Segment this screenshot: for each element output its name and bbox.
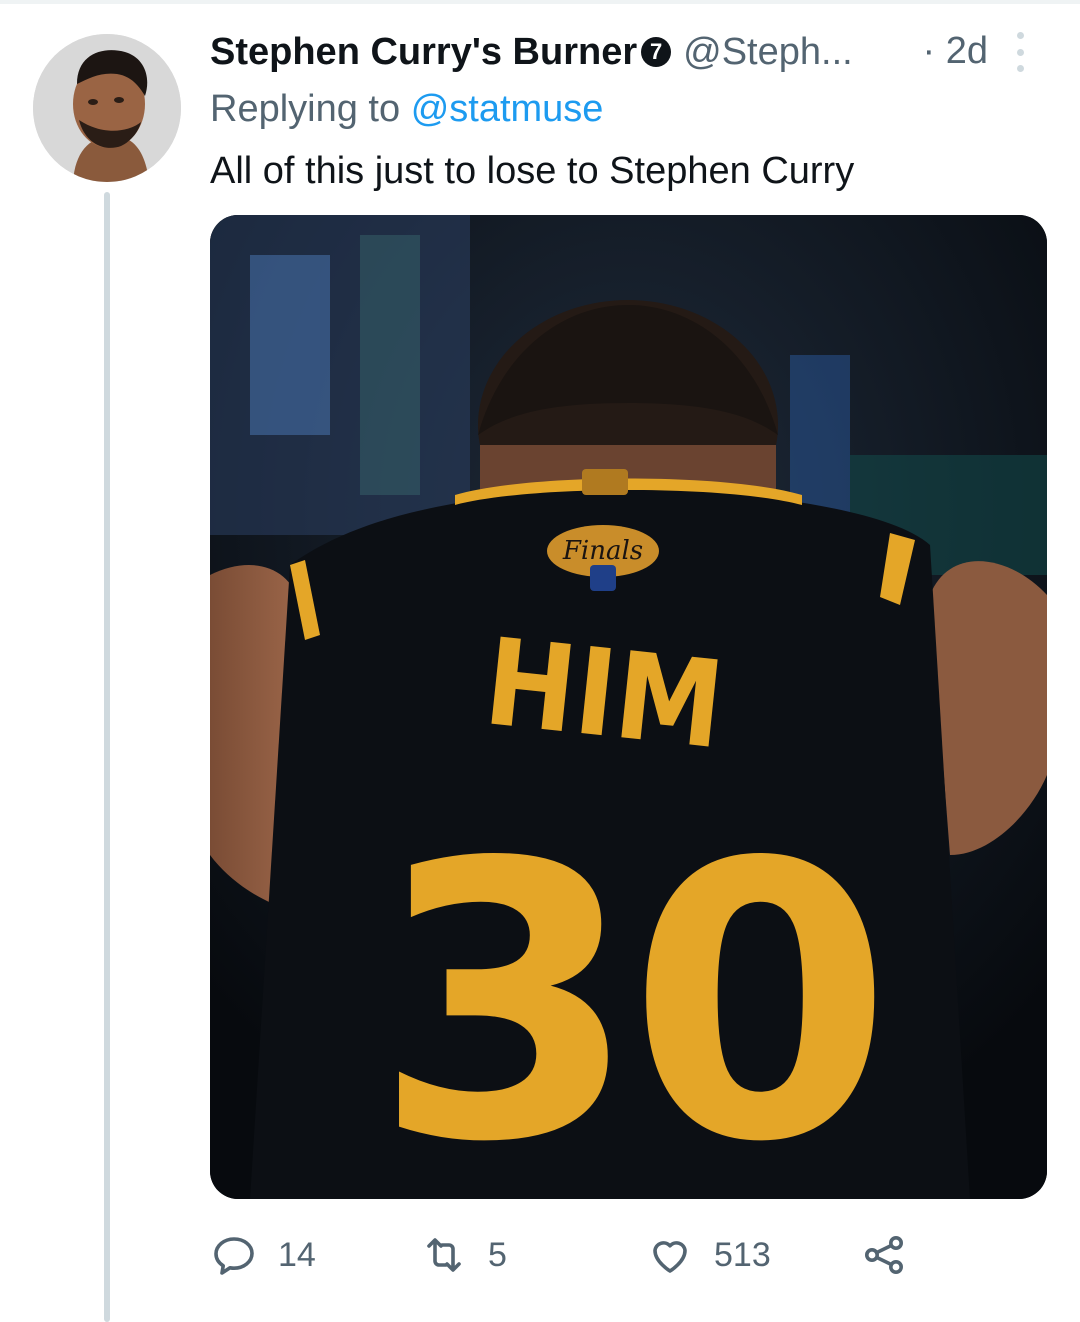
reply-button[interactable]: 14 [210,1225,316,1285]
avatar-image [33,34,181,182]
jersey-number-text: 30 [374,782,883,1199]
share-button[interactable] [860,1225,908,1285]
retweet-icon [427,1238,461,1272]
heart-icon [653,1241,687,1273]
verified-badge-icon: 7 [641,37,672,67]
finals-patch-text: Finals [562,536,643,566]
avatar[interactable] [33,34,181,182]
retweet-button[interactable]: 5 [420,1225,507,1285]
like-button[interactable]: 513 [646,1225,771,1285]
replying-to: Replying to @statmuse [210,88,603,131]
retweet-count: 5 [488,1235,507,1274]
jersey-name-text: HIM [479,613,730,776]
tweet-page: Stephen Curry's Burner 7 @Steph... · 2d … [0,0,1080,1322]
reply-icon [214,1237,254,1275]
replying-to-mention[interactable]: @statmuse [411,88,604,130]
tweet-actions: 14 5 513 [210,1225,1040,1285]
like-count: 513 [714,1235,771,1274]
more-vertical-icon[interactable] [1010,32,1030,72]
author-handle[interactable]: @Steph... [683,31,853,74]
tweet-header: Stephen Curry's Burner 7 @Steph... · 2d [210,28,1040,76]
top-divider [0,0,1080,4]
tweet-timestamp[interactable]: · 2d [923,30,988,73]
thread-line [104,192,110,1322]
reply-count: 14 [278,1235,316,1274]
author-name[interactable]: Stephen Curry's Burner [210,31,637,74]
replying-prefix: Replying to [210,88,401,130]
tweet-text: All of this just to lose to Stephen Curr… [210,150,855,192]
share-icon [865,1236,903,1274]
jersey-photo: Finals HIM 30 [210,215,1047,1199]
tweet-media-image[interactable]: Finals HIM 30 [210,215,1047,1199]
